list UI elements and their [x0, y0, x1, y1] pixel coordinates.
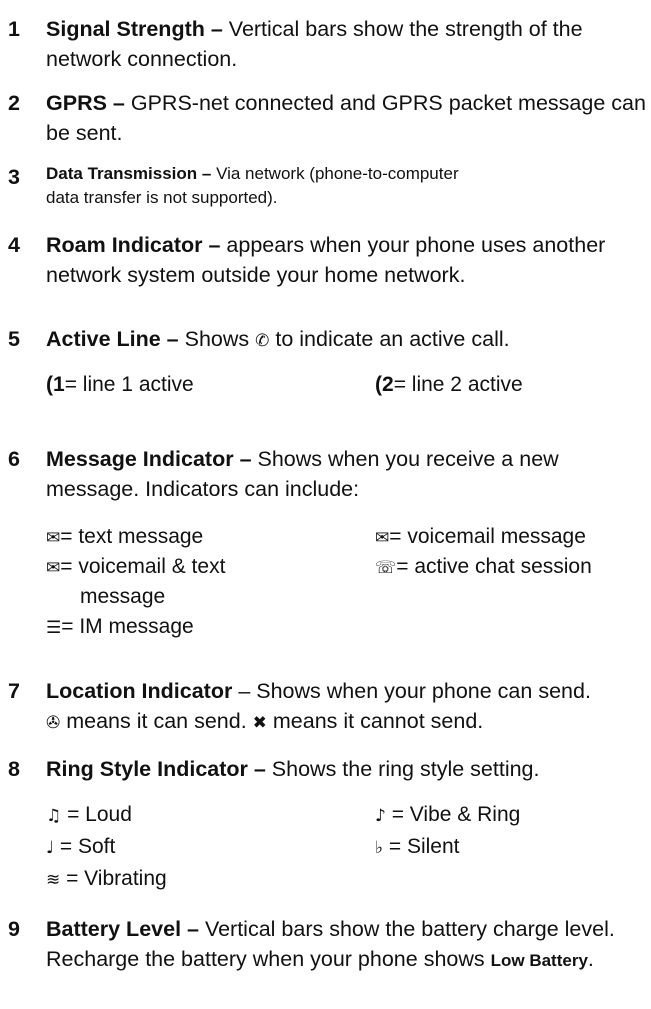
item-text: – Shows when your phone can send.	[232, 679, 591, 703]
item-text: Shows	[178, 327, 256, 351]
item-description: Roam Indicator – appears when your phone…	[46, 230, 648, 290]
list-item: 7 Location Indicator – Shows when your p…	[8, 676, 648, 738]
list-item: 9 Battery Level – Vertical bars show the…	[8, 914, 648, 976]
ring-style-row: ≋ = Vibrating	[46, 864, 167, 895]
list-item: 4 Roam Indicator – appears when your pho…	[8, 230, 648, 290]
item-term: Active Line –	[46, 327, 179, 351]
item-description: Signal Strength – Vertical bars show the…	[46, 14, 648, 74]
item-term: Roam Indicator –	[46, 233, 221, 257]
item-term: Data Transmission –	[46, 164, 212, 183]
indicator-text: message	[80, 585, 166, 608]
chat-session-icon: ☏	[375, 558, 397, 578]
line1-legend: (1= line 1 active	[46, 370, 194, 400]
indicator-text: = text message	[60, 525, 204, 548]
item-text: Shows the ring style setting.	[265, 757, 540, 781]
item-term: Ring Style Indicator –	[46, 757, 266, 781]
location-can-send-text: means it can send.	[60, 709, 253, 733]
line1-text: = line 1 active	[64, 373, 194, 396]
item-number: 8	[8, 757, 20, 781]
ring-style-row: ♩ = Soft	[46, 832, 115, 863]
item-description: Active Line – Shows ✆ to indicate an act…	[46, 324, 648, 356]
item-text: GPRS-net connected and GPRS packet messa…	[46, 91, 646, 145]
item-term: Battery Level –	[46, 917, 199, 941]
message-indicator-continuation: message	[80, 582, 165, 612]
list-item: 6 Message Indicator – Shows when you rec…	[8, 444, 648, 504]
soft-ring-icon: ♩	[46, 838, 55, 858]
line2-text: = line 2 active	[393, 373, 523, 396]
ring-style-text: = Vibe & Ring	[385, 803, 521, 826]
item-description: GPRS – GPRS-net connected and GPRS packe…	[46, 88, 648, 148]
indicator-text: = voicemail message	[389, 525, 586, 548]
line2-icon: (2	[375, 373, 394, 396]
list-item: 2 GPRS – GPRS-net connected and GPRS pac…	[8, 88, 648, 148]
item-term: GPRS –	[46, 91, 125, 115]
item-description: Battery Level – Vertical bars show the b…	[46, 914, 648, 976]
ring-style-text: = Silent	[383, 835, 460, 858]
item-description: Location Indicator – Shows when your pho…	[46, 676, 648, 738]
list-item: 8 Ring Style Indicator – Shows the ring …	[8, 754, 648, 784]
item-description: Data Transmission – Via network (phone-t…	[46, 162, 466, 210]
ring-style-row: ♪ = Vibe & Ring	[375, 800, 520, 831]
voicemail-text-icon: ✉	[46, 558, 61, 578]
item-text: .	[587, 947, 594, 971]
ring-style-text: = Vibrating	[60, 867, 167, 890]
list-item: 5 Active Line – Shows ✆ to indicate an a…	[8, 324, 648, 356]
location-cannot-send-text: means it cannot send.	[266, 709, 484, 733]
vibe-ring-icon: ♪	[375, 806, 386, 826]
message-indicator-row: ☰= IM message	[46, 612, 194, 643]
message-indicator-row: ✉= voicemail & text	[46, 552, 225, 583]
item-number: 7	[8, 679, 20, 703]
indicator-text: = active chat session	[396, 555, 592, 578]
ring-style-text: = Soft	[54, 835, 116, 858]
voicemail-message-icon: ✉	[375, 528, 390, 548]
text-message-icon: ✉	[46, 528, 61, 548]
line1-icon: (1	[46, 373, 65, 396]
item-number: 6	[8, 447, 20, 471]
active-call-icon: ✆	[255, 331, 270, 351]
item-number: 5	[8, 327, 20, 351]
item-number: 4	[8, 233, 20, 257]
im-message-icon: ☰	[46, 618, 62, 638]
item-number: 2	[8, 91, 20, 115]
item-text: to indicate an active call.	[269, 327, 510, 351]
line2-legend: (2= line 2 active	[375, 370, 523, 400]
manual-page: 1 Signal Strength – Vertical bars show t…	[0, 0, 651, 1009]
ring-style-row: ♫ = Loud	[46, 800, 132, 831]
indicator-text: = IM message	[61, 615, 194, 638]
item-number: 3	[8, 165, 20, 189]
item-term: Location Indicator	[46, 679, 233, 703]
message-indicator-row: ✉= text message	[46, 522, 203, 553]
indicator-text: = voicemail & text	[60, 555, 226, 578]
location-cannot-send-icon: ✖	[252, 713, 267, 733]
item-description: Ring Style Indicator – Shows the ring st…	[46, 754, 648, 784]
ring-style-text: = Loud	[61, 803, 132, 826]
silent-ring-icon: ♭	[375, 838, 384, 858]
item-description: Message Indicator – Shows when you recei…	[46, 444, 648, 504]
list-item: 3 Data Transmission – Via network (phone…	[8, 162, 648, 210]
location-can-send-icon: ✇	[46, 713, 61, 733]
item-term: Message Indicator –	[46, 447, 252, 471]
vibrating-icon: ≋	[46, 870, 61, 890]
item-term: Signal Strength –	[46, 17, 223, 41]
loud-ring-icon: ♫	[46, 806, 62, 826]
item-number: 9	[8, 917, 20, 941]
message-indicator-row: ✉= voicemail message	[375, 522, 586, 553]
low-battery-label: Low Battery	[490, 951, 588, 970]
ring-style-row: ♭ = Silent	[375, 832, 460, 863]
list-item: 1 Signal Strength – Vertical bars show t…	[8, 14, 648, 74]
item-number: 1	[8, 17, 20, 41]
message-indicator-row: ☏= active chat session	[375, 552, 592, 583]
